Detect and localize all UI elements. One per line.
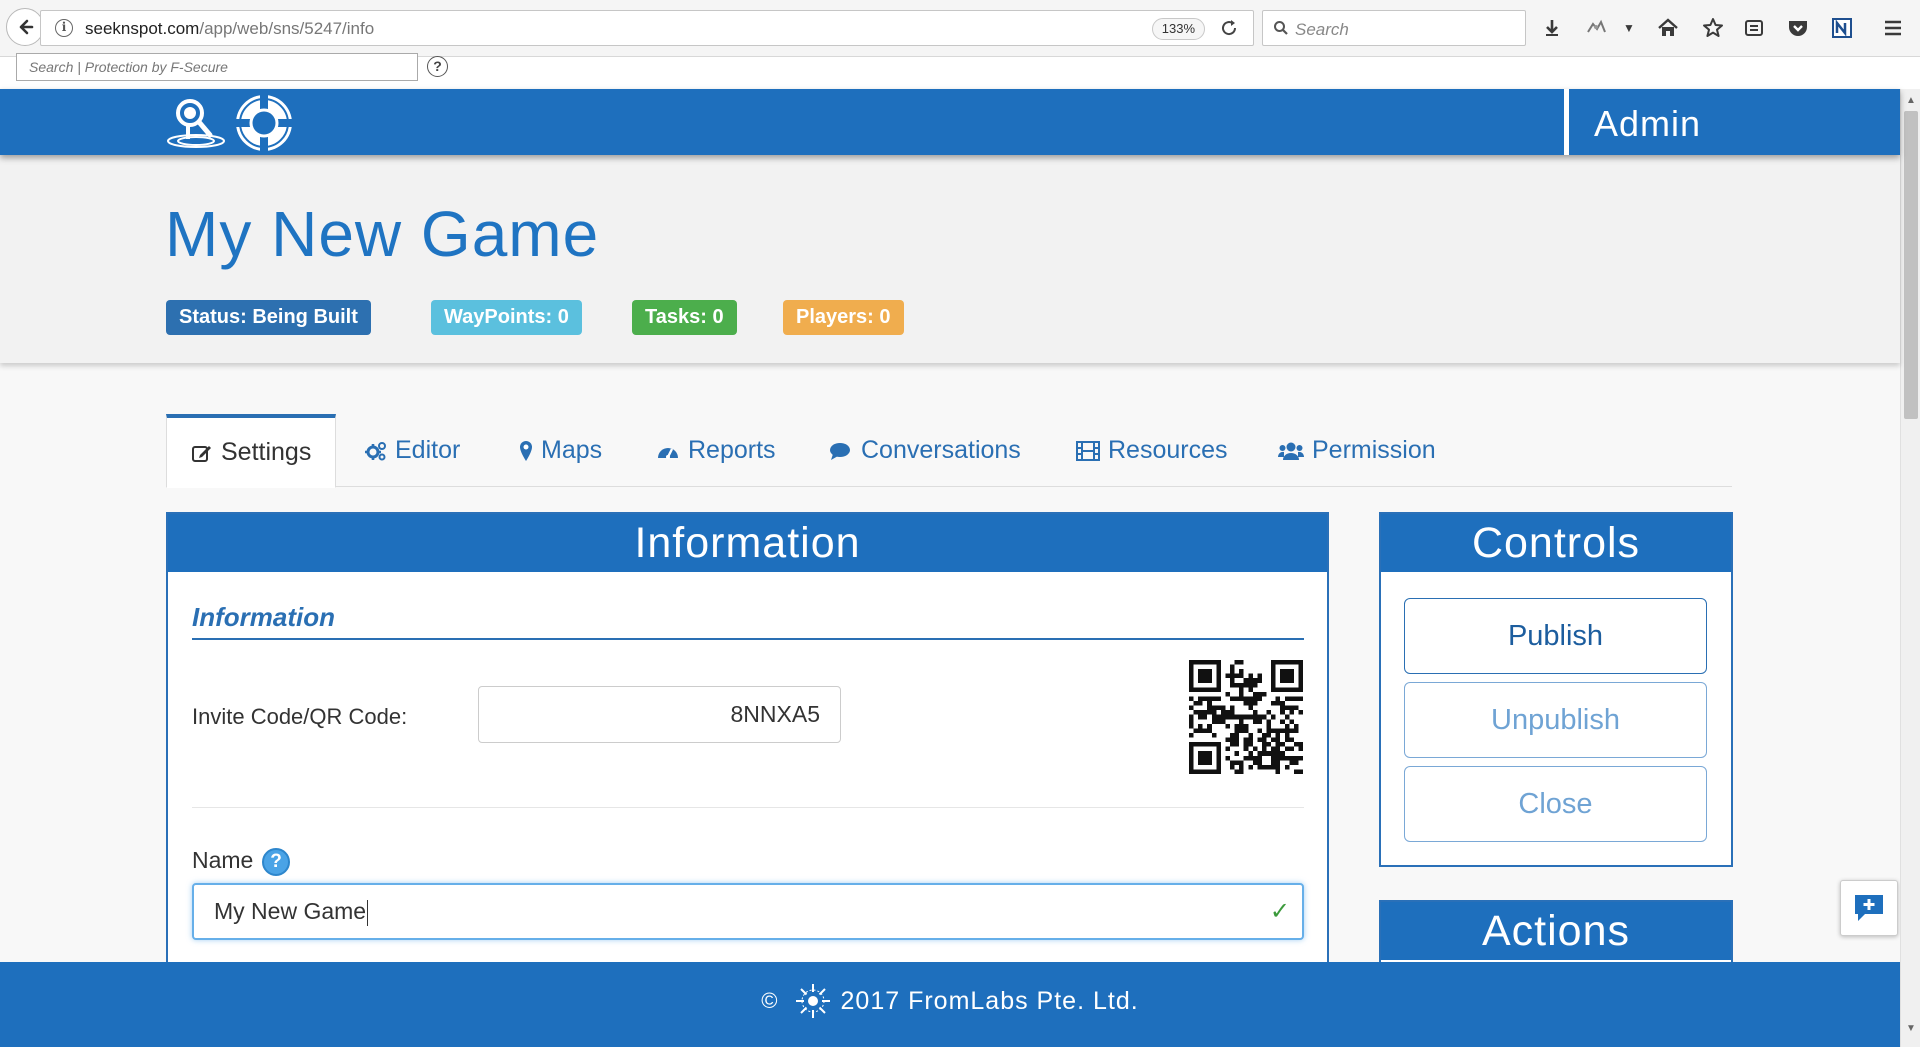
cogs-icon [365, 441, 387, 461]
app-header: Admin [0, 89, 1900, 155]
name-field[interactable]: My New Game ✓ [192, 883, 1304, 940]
lifebuoy-icon[interactable] [233, 92, 295, 159]
row-divider [192, 807, 1304, 808]
publish-button[interactable]: Publish [1404, 598, 1707, 674]
back-button[interactable] [6, 8, 44, 46]
tab-bar: Settings Editor Maps Reports Conversatio… [166, 414, 1732, 488]
url-text: seeknspot.com/app/web/sns/5247/info [85, 19, 375, 38]
help-icon[interactable]: ? [427, 56, 448, 77]
scroll-thumb[interactable] [1904, 111, 1918, 419]
search-icon [1274, 21, 1288, 35]
seeknspot-logo-icon[interactable] [166, 97, 228, 154]
arrow-left-icon [19, 19, 34, 35]
fromlabs-logo-icon [795, 983, 831, 1019]
controls-panel-heading: Controls [1381, 514, 1731, 572]
url-bar[interactable]: i seeknspot.com/app/web/sns/5247/info 13… [40, 10, 1254, 46]
section-divider [192, 638, 1304, 640]
invite-code-field[interactable]: 8NNXA5 [478, 686, 841, 743]
bookmark-star-icon[interactable] [1701, 16, 1725, 40]
information-section-title: Information [192, 602, 335, 632]
tab-maps[interactable]: Maps [519, 414, 602, 487]
comments-icon [829, 441, 853, 461]
edit-icon [191, 442, 213, 464]
dashboard-icon [656, 441, 680, 461]
tab-editor[interactable]: Editor [365, 414, 460, 487]
tab-settings[interactable]: Settings [166, 414, 337, 488]
site-info-icon[interactable]: i [55, 19, 73, 37]
controls-panel: Controls Publish Unpublish Close [1379, 512, 1733, 867]
close-button[interactable]: Close [1404, 766, 1707, 842]
qr-code [1189, 660, 1303, 779]
download-icon[interactable] [1540, 16, 1564, 40]
film-icon [1076, 440, 1100, 461]
unpublish-button[interactable]: Unpublish [1404, 682, 1707, 758]
game-hero: My New Game Status: Being Built WayPoint… [0, 155, 1900, 363]
chat-plus-icon [1855, 895, 1883, 921]
actions-panel-heading: Actions [1381, 902, 1731, 960]
checkmark-icon: ✓ [1269, 898, 1290, 925]
copyright-text: 2017 FromLabs Pte. Ltd. [840, 986, 1139, 1015]
information-panel: Information Information Invite Code/QR C… [166, 512, 1329, 972]
browser-search-input[interactable]: Search [1262, 10, 1526, 46]
footer: © 2017 FromLabs Pte. Ltd. [0, 962, 1900, 1047]
name-field-value: My New Game [214, 898, 367, 924]
zoom-level[interactable]: 133% [1151, 18, 1205, 40]
browser-toolbar: i seeknspot.com/app/web/sns/5247/info 13… [0, 0, 1920, 57]
users-icon [1278, 441, 1304, 461]
page-title: My New Game [165, 198, 600, 270]
fsecure-search-input[interactable]: Search | Protection by F-Secure [16, 53, 418, 81]
extension-icon[interactable] [1584, 16, 1608, 40]
text-cursor [367, 899, 369, 926]
feedback-chat-button[interactable] [1840, 880, 1898, 936]
tab-permission[interactable]: Permission [1278, 414, 1436, 487]
copyright-symbol: © [761, 988, 779, 1013]
tab-reports[interactable]: Reports [656, 414, 776, 487]
home-icon[interactable] [1656, 16, 1680, 40]
name-label: Name [192, 847, 254, 873]
players-badge: Players: 0 [783, 300, 904, 335]
reader-list-icon[interactable] [1742, 16, 1766, 40]
header-divider [1564, 89, 1569, 155]
scroll-down-icon[interactable]: ▼ [1906, 1023, 1916, 1034]
tab-resources[interactable]: Resources [1076, 414, 1228, 487]
dropdown-chevron-icon[interactable]: ▼ [1617, 16, 1641, 40]
map-marker-icon [519, 440, 533, 462]
waypoints-badge: WayPoints: 0 [431, 300, 582, 335]
menu-icon[interactable] [1881, 16, 1905, 40]
invite-code-label: Invite Code/QR Code: [192, 704, 408, 729]
information-panel-heading: Information [168, 514, 1327, 572]
name-help-icon[interactable]: ? [262, 848, 290, 876]
pocket-icon[interactable] [1786, 16, 1810, 40]
onenote-icon[interactable] [1830, 16, 1854, 40]
tab-conversations[interactable]: Conversations [829, 414, 1021, 487]
reload-icon[interactable] [1219, 18, 1239, 43]
tasks-badge: Tasks: 0 [632, 300, 737, 335]
scroll-up-icon[interactable]: ▲ [1906, 95, 1916, 106]
status-badge: Status: Being Built [166, 300, 371, 335]
page-scrollbar[interactable]: ▲ ▼ [1900, 89, 1920, 1047]
user-role-label[interactable]: Admin [1594, 103, 1701, 145]
